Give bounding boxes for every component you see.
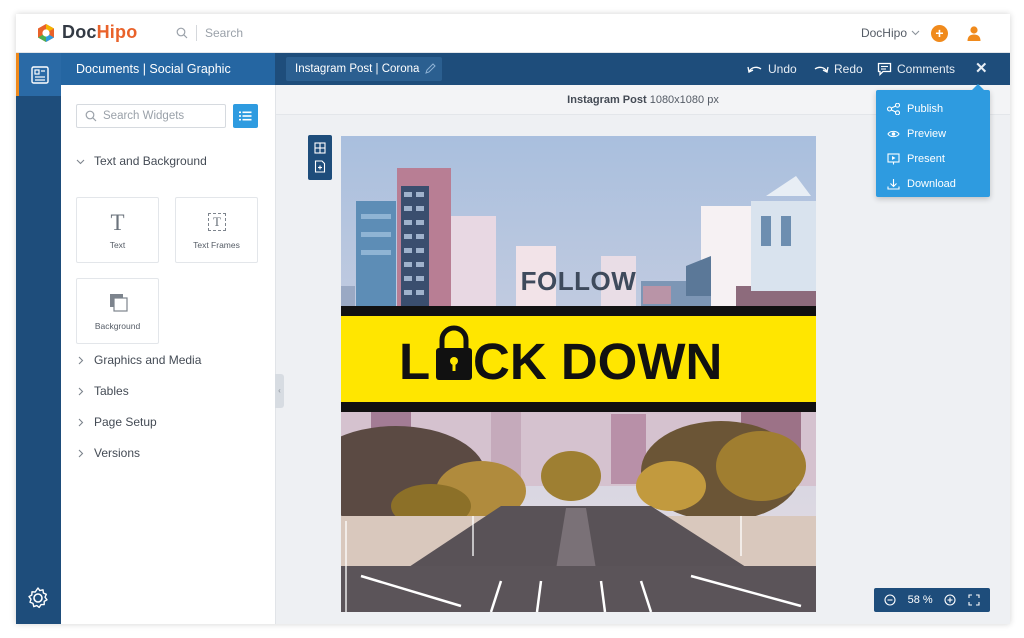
document-name-field[interactable]: Instagram Post | Corona — [286, 57, 442, 81]
zoom-out-icon[interactable] — [884, 594, 896, 606]
canvas-format-title: Instagram Post — [567, 94, 647, 106]
menu-item-preview[interactable]: Preview — [876, 121, 990, 146]
section-text-and-background[interactable]: Text and Background — [76, 154, 207, 168]
chevron-right-icon — [78, 356, 84, 364]
widget-search-placeholder: Search Widgets — [103, 110, 185, 122]
poster-follow-text: FOLLOW — [520, 266, 637, 296]
fullscreen-icon[interactable] — [968, 594, 980, 606]
menu-item-download[interactable]: Download — [876, 171, 990, 196]
redo-label: Redo — [834, 62, 863, 76]
chevron-right-icon — [78, 449, 84, 457]
list-view-button[interactable] — [233, 104, 258, 128]
logo-mark-icon — [38, 23, 54, 42]
documents-rail-button[interactable] — [16, 53, 61, 96]
list-icon — [239, 111, 252, 121]
present-icon — [887, 152, 900, 164]
download-icon — [887, 178, 900, 190]
zoom-value: 58 — [907, 594, 920, 606]
editor-toolbar: Documents | Social Graphic Instagram Pos… — [61, 53, 1010, 85]
menu-item-publish[interactable]: Publish — [876, 96, 990, 121]
publish-menu: Publish Preview Present Download — [876, 84, 990, 197]
section-graphics-and-media[interactable]: Graphics and Media — [76, 353, 201, 367]
panel-title: Documents | Social Graphic — [61, 53, 275, 85]
zoom-unit: % — [922, 594, 933, 606]
chevron-down-icon — [911, 30, 920, 36]
zoom-controls: 58 % — [874, 588, 990, 612]
section-label: Tables — [94, 384, 129, 398]
poster-canvas[interactable]: FOLLOW L CK DOWN — [341, 136, 816, 612]
pencil-icon — [425, 63, 436, 74]
chevron-right-icon — [78, 418, 84, 426]
zoom-level[interactable]: 58 % — [908, 594, 933, 606]
left-rail — [16, 53, 61, 624]
canvas-tools — [308, 135, 332, 180]
widget-search-input[interactable]: Search Widgets — [76, 104, 226, 128]
section-label: Text and Background — [94, 154, 207, 168]
menu-item-present[interactable]: Present — [876, 146, 990, 171]
top-search[interactable]: Search — [176, 25, 243, 41]
poster-lockdown-first-letter: L — [399, 333, 431, 390]
text-frame-icon: T — [208, 213, 226, 231]
zoom-in-icon[interactable] — [944, 594, 956, 606]
section-label: Versions — [94, 446, 141, 460]
document-icon — [31, 65, 49, 84]
search-icon — [85, 110, 97, 122]
menu-item-label: Publish — [907, 102, 944, 115]
redo-icon — [814, 66, 829, 73]
account-label: DocHipo — [860, 26, 907, 40]
top-bar: DocHipo Search DocHipo + — [16, 14, 1010, 53]
account-dropdown[interactable]: DocHipo — [861, 26, 920, 40]
grid-icon[interactable] — [314, 142, 326, 154]
chevron-down-icon — [76, 159, 85, 164]
document-name-text: Instagram Post | Corona — [295, 63, 420, 75]
panel-collapse-handle[interactable]: ‹ — [275, 374, 284, 408]
tile-label: Background — [94, 321, 141, 331]
menu-item-label: Download — [907, 177, 956, 190]
text-widget-tile[interactable]: T Text — [76, 197, 159, 263]
section-versions[interactable]: Versions — [76, 446, 140, 460]
undo-button[interactable]: Undo — [747, 53, 797, 85]
section-label: Page Setup — [94, 415, 157, 429]
tile-label: Text — [109, 240, 126, 250]
comments-button[interactable]: Comments — [877, 53, 955, 85]
undo-icon — [747, 66, 762, 73]
close-button[interactable]: ✕ — [975, 53, 988, 85]
top-search-placeholder: Search — [205, 26, 244, 40]
text-glyph-icon: T — [110, 210, 125, 235]
section-page-setup[interactable]: Page Setup — [76, 415, 157, 429]
section-tables[interactable]: Tables — [76, 384, 129, 398]
section-label: Graphics and Media — [94, 353, 202, 367]
tile-label: Text Frames — [193, 240, 240, 250]
menu-item-label: Preview — [907, 127, 947, 140]
chevron-right-icon — [78, 387, 84, 395]
canvas-format-size: 1080x1080 px — [649, 94, 719, 106]
background-widget-tile[interactable]: Background — [76, 278, 159, 344]
logo-text-doc: Doc — [62, 22, 97, 42]
add-button[interactable]: + — [931, 25, 948, 42]
widgets-panel: Search Widgets Text and Background T Tex… — [61, 85, 276, 624]
page-add-icon[interactable] — [314, 160, 326, 173]
eye-icon — [887, 130, 900, 137]
undo-label: Undo — [768, 62, 797, 76]
logo-text-hipo: Hipo — [96, 22, 138, 42]
user-icon[interactable] — [966, 25, 982, 42]
share-icon — [887, 102, 900, 115]
settings-gear-icon[interactable] — [26, 586, 50, 610]
comment-icon — [877, 62, 892, 76]
search-icon — [176, 27, 188, 39]
poster-lockdown-text: CK DOWN — [473, 333, 723, 390]
logo-text: DocHipo — [62, 22, 137, 43]
comments-label: Comments — [897, 62, 956, 76]
redo-button[interactable]: Redo — [813, 53, 863, 85]
app-window: DocHipo Search DocHipo + Documents | Soc… — [16, 14, 1010, 624]
dochipo-logo[interactable]: DocHipo — [36, 22, 137, 43]
menu-item-label: Present — [907, 152, 945, 165]
background-icon — [110, 294, 128, 312]
text-frames-widget-tile[interactable]: T Text Frames — [175, 197, 258, 263]
